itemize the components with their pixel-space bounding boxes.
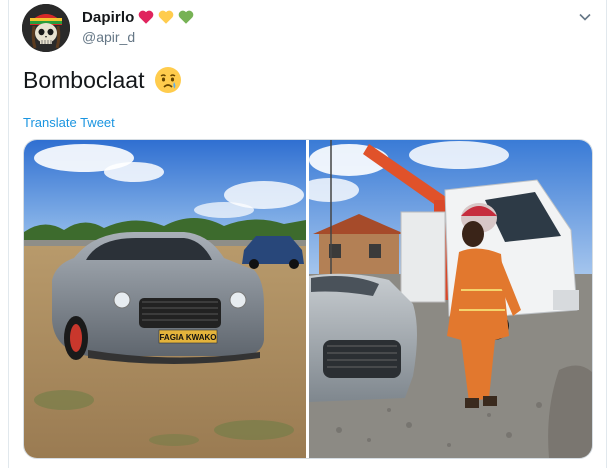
media-grid: FAGIA KWAKO bbox=[23, 139, 593, 459]
tweet-text-content: Bomboclaat bbox=[23, 66, 145, 93]
handle[interactable]: @apir_d bbox=[82, 29, 135, 45]
green-heart-icon bbox=[178, 10, 194, 24]
display-name[interactable]: Dapirlo bbox=[82, 9, 134, 26]
translate-tweet-link[interactable]: Translate Tweet bbox=[23, 115, 115, 130]
photo-bentley[interactable]: FAGIA KWAKO bbox=[24, 140, 306, 458]
chevron-down-icon[interactable] bbox=[577, 9, 593, 25]
tweet-text: Bomboclaat bbox=[23, 66, 182, 94]
name-emojis bbox=[137, 8, 195, 26]
red-heart-icon bbox=[138, 10, 154, 24]
yellow-heart-icon bbox=[158, 10, 174, 24]
photo-tow-truck[interactable] bbox=[309, 140, 592, 458]
crying-face-icon bbox=[155, 67, 182, 93]
avatar[interactable] bbox=[22, 4, 70, 52]
license-plate: FAGIA KWAKO bbox=[159, 333, 216, 342]
